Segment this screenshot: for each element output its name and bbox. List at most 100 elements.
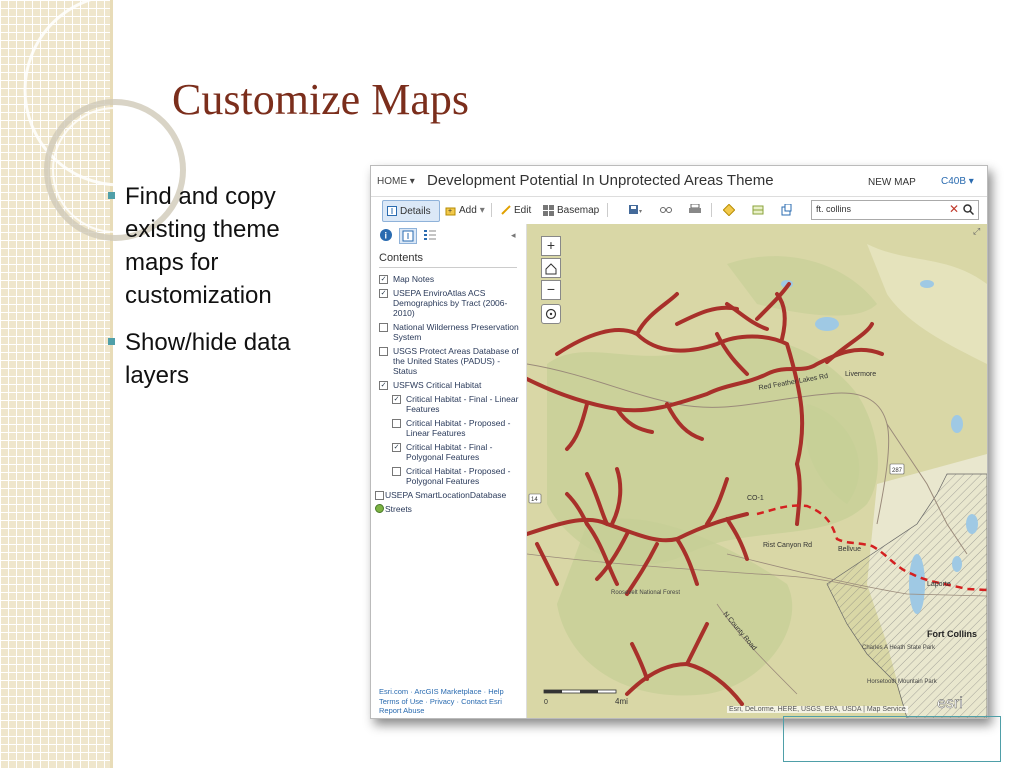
save-icon[interactable]: ▾ [629,205,645,216]
map-label-rist-canyon: Rist Canyon Rd [763,542,812,549]
edit-button[interactable]: Edit [501,200,531,220]
layer-item[interactable]: National Wilderness Preservation System [379,322,523,342]
slide-title: Customize Maps [172,75,469,124]
pencil-icon [501,205,511,215]
map-attribution[interactable]: Esri, DeLorme, HERE, USGS, EPA, USDA | M… [727,706,908,713]
details-icon [387,206,397,216]
bullet-item: Find and copy existing theme maps for cu… [108,180,338,312]
contents-heading: Contents [379,252,424,264]
bullet-item: Show/hide data layers [108,326,338,392]
svg-text:▾: ▾ [639,209,642,215]
map-title: Development Potential In Unprotected Are… [427,172,774,189]
layer-item[interactable]: ✓ USFWS Critical Habitat [379,380,523,390]
map-label-livermore: Livermore [845,371,876,378]
map-label-charles-a-heath: Charles A Heath State Park [862,645,936,651]
map-canvas[interactable]: Livermore CO-1 Bellvue Laporte Rist Cany… [527,224,987,718]
map-label-fort-collins: Fort Collins [927,629,977,639]
map-label-bellvue: Bellvue [838,546,861,553]
collapse-panel-icon[interactable]: ◂ [511,230,516,241]
zoom-out-button[interactable]: − [541,280,561,300]
layer-checkbox[interactable] [375,491,384,500]
bullet-marker-icon [108,192,115,199]
share-link-icon[interactable] [660,206,672,214]
zoom-in-button[interactable]: + [541,236,561,256]
map-label-roosevelt: Roosevelt National Forest [611,590,680,596]
layer-checkbox[interactable] [392,419,401,428]
map-rendering: Livermore CO-1 Bellvue Laporte Rist Cany… [527,224,987,718]
locate-button[interactable] [541,304,561,324]
sublayer-item[interactable]: Critical Habitat - Proposed - Polygonal … [392,466,523,486]
about-info-icon[interactable]: i [379,228,393,242]
esri-logo: esri [937,695,963,712]
clear-search-icon[interactable]: ✕ [949,202,959,216]
footer-link-row[interactable]: Terms of Use · Privacy · Contact Esri [379,697,521,707]
highway-14-shield: 14 [531,497,538,503]
contents-divider [379,267,517,268]
contents-panel: i ◂ Contents ✓ Map Notes ✓ USEPA EnviroAtl… [371,224,527,718]
layer-checkbox[interactable]: ✓ [392,395,401,404]
bullet-text: Find and copy existing theme maps for cu… [125,183,280,309]
decorative-grid-background [0,0,112,768]
home-icon [545,263,557,275]
layer-item[interactable]: USGS Protect Areas Database of the Unite… [379,346,523,376]
highway-287-shield: 287 [892,468,903,474]
legend-tab-icon[interactable] [423,228,437,242]
new-map-button[interactable]: NEW MAP [868,177,916,188]
svg-text:i: i [385,231,388,241]
bookmark-icon[interactable] [781,204,793,216]
print-icon[interactable] [689,204,701,215]
layer-list: ✓ Map Notes ✓ USEPA EnviroAtlas ACS Demogr… [375,274,523,518]
arcgis-map-screenshot: HOME ▾ Development Potential In Unprotec… [370,165,988,719]
layer-checkbox[interactable]: ✓ [379,289,388,298]
toolbar-divider [491,203,492,217]
expand-map-icon[interactable]: ⤢ [973,226,980,237]
svg-text:+: + [448,208,452,215]
layer-item[interactable]: ✓ Map Notes [379,274,523,284]
home-menu[interactable]: HOME ▾ [377,176,415,187]
basemap-grid-icon [543,204,554,216]
panel-footer-links: Esri.com · ArcGIS Marketplace · Help Ter… [379,687,521,716]
toolbar-divider [711,203,712,217]
details-button[interactable]: Details [382,200,440,222]
measure-icon[interactable] [752,204,764,216]
user-menu[interactable]: C40B ▾ [941,176,974,187]
map-toolbar: Details + Add▾ Edit Basemap ▾ ✕ [371,197,987,223]
footer-link-row[interactable]: Esri.com · ArcGIS Marketplace · Help [379,687,521,697]
layer-checkbox[interactable]: ✓ [392,443,401,452]
layer-checkbox[interactable] [392,467,401,476]
layer-checkbox[interactable] [379,323,388,332]
footer-link-row[interactable]: Report Abuse [379,706,521,716]
layer-checkbox[interactable] [379,347,388,356]
sublayer-item[interactable]: ✓ Critical Habitat - Final - Linear Featu… [392,394,523,414]
layer-checkbox[interactable]: ✓ [379,275,388,284]
bullet-text: Show/hide data layers [125,329,291,389]
add-layer-icon: + [445,207,456,215]
search-icon[interactable] [963,204,974,215]
svg-text:4mi: 4mi [615,697,628,706]
search-input[interactable] [816,202,946,216]
map-label-co1: CO-1 [747,495,764,502]
search-box: ✕ [811,200,979,220]
add-button[interactable]: + Add ▾ [445,200,485,220]
basemap-button[interactable]: Basemap [543,200,599,220]
locate-crosshair-icon [545,308,557,320]
layer-checkbox[interactable]: ✓ [379,381,388,390]
toolbar-divider [607,203,608,217]
panel-tabs: i [379,228,437,246]
layer-item[interactable]: ✓ USEPA EnviroAtlas ACS Demographics by T… [379,288,523,318]
layer-item[interactable]: USEPA SmartLocationDatabase [375,490,523,500]
sublayer-item[interactable]: ✓ Critical Habitat - Final - Polygonal Fe… [392,442,523,462]
home-extent-button[interactable] [541,258,561,278]
map-header: HOME ▾ Development Potential In Unprotec… [371,166,987,197]
decorative-corner-box [783,716,1001,762]
content-tab-icon[interactable] [399,228,417,244]
basemap-globe-icon [375,504,384,513]
sublayer-item[interactable]: Critical Habitat - Proposed - Linear Fea… [392,418,523,438]
map-label-laporte: Laporte [927,581,951,588]
basemap-layer-item[interactable]: Streets [375,504,523,514]
map-label-horsetooth: Horsetooth Mountain Park [867,679,938,685]
directions-icon[interactable] [723,204,735,216]
svg-text:0: 0 [544,699,548,706]
bullet-marker-icon [108,338,115,345]
bullet-list: Find and copy existing theme maps for cu… [108,180,338,406]
